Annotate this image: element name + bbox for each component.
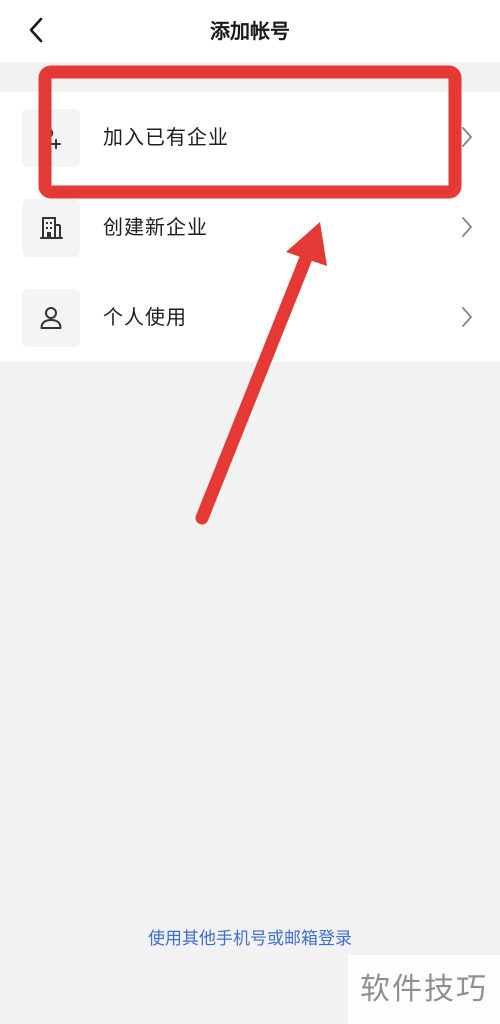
menu-icon-box [22,199,80,257]
menu-label: 加入已有企业 [103,125,229,149]
alt-login-link[interactable]: 使用其他手机号或邮箱登录 [0,924,500,954]
watermark: 软件技巧 [348,955,500,1024]
chevron-left-icon [29,17,43,43]
menu-item-personal-use[interactable]: 个人使用 [0,272,500,362]
top-bar: 添加帐号 [0,0,500,62]
menu-label: 创建新企业 [103,215,208,239]
menu-icon-box [22,109,80,167]
menu-item-create-enterprise[interactable]: 创建新企业 [0,182,500,272]
watermark-text: 软件技巧 [360,972,488,1007]
account-type-list: 加入已有企业 创建新企业 个人使用 [0,92,500,362]
person-icon [40,307,62,329]
section-gap [0,62,500,92]
chevron-right-icon [462,217,472,237]
menu-icon-box [22,289,80,347]
menu-label: 个人使用 [103,305,187,329]
building-icon [40,217,63,239]
chevron-right-icon [462,307,472,327]
person-add-icon [40,127,61,149]
menu-item-join-enterprise[interactable]: 加入已有企业 [0,92,500,182]
chevron-right-icon [462,127,472,147]
back-button[interactable] [18,12,54,48]
page-title: 添加帐号 [210,19,290,43]
